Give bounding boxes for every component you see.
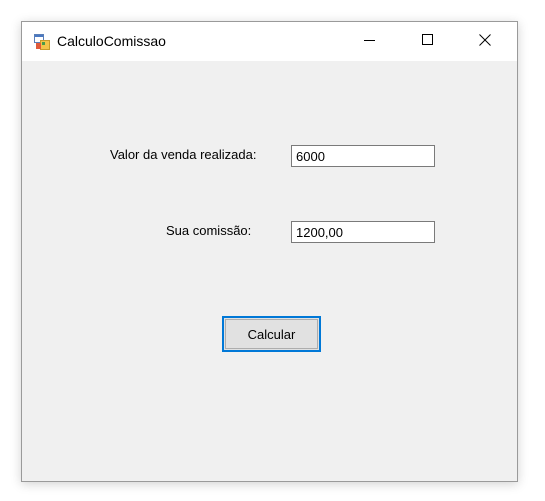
comissao-label: Sua comissão: (166, 223, 252, 238)
window-title: CalculoComissao (57, 33, 166, 49)
calcular-button-label: Calcular (247, 326, 296, 342)
title-bar[interactable]: CalculoComissao (22, 22, 517, 61)
form-client-area: Valor da venda realizada: 6000 Sua comis… (22, 61, 517, 481)
comissao-output[interactable]: 1200,00 (291, 221, 435, 243)
venda-label: Valor da venda realizada: (110, 147, 257, 162)
maximize-button[interactable] (405, 22, 451, 61)
close-button[interactable] (462, 22, 508, 61)
calcular-button[interactable]: Calcular (222, 316, 321, 352)
minimize-button[interactable] (347, 22, 393, 61)
close-icon (479, 33, 491, 51)
maximize-icon (422, 33, 434, 51)
venda-input[interactable]: 6000 (291, 145, 435, 167)
app-window: CalculoComissao Valor da venda realizada… (21, 21, 518, 482)
app-icon[interactable] (34, 34, 50, 50)
minimize-icon (364, 33, 376, 51)
